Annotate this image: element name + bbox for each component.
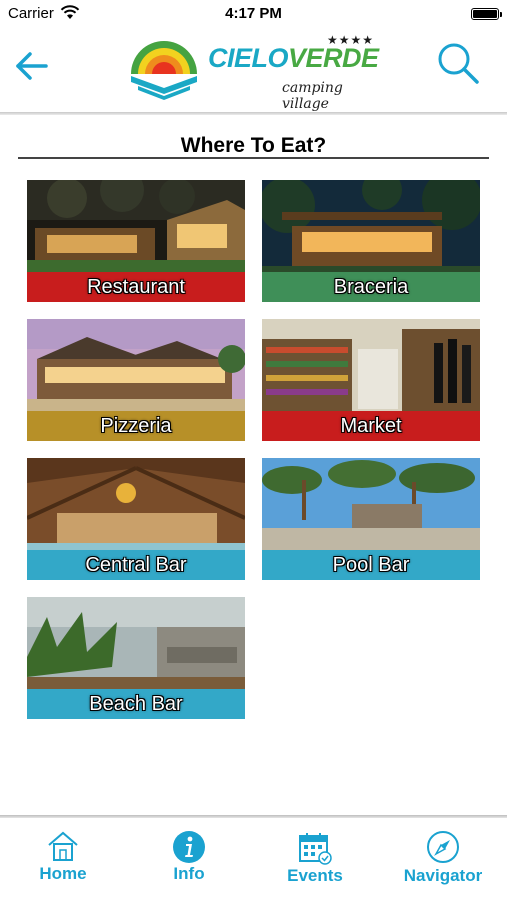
tile-label: Pizzeria: [100, 415, 172, 437]
tile-label: Beach Bar: [89, 693, 183, 715]
back-arrow-icon[interactable]: [12, 46, 52, 86]
info-icon: [173, 831, 205, 863]
tab-bar: Home Info Events Navigator: [0, 818, 507, 900]
tile-pizzeria[interactable]: Pizzeria: [27, 319, 245, 441]
tab-info-label: Info: [173, 864, 205, 883]
logo-tagline: camping village: [282, 80, 343, 112]
tab-home-label: Home: [39, 864, 87, 883]
logo-wordmark-part1: CIELO: [208, 43, 289, 73]
tile-central-bar[interactable]: Central Bar: [27, 458, 245, 580]
home-icon: [48, 831, 78, 861]
header-divider: [0, 112, 507, 115]
tab-navigator[interactable]: Navigator: [380, 818, 506, 900]
cieloverde-logo: ★★★★ CIELOVERDE camping village: [128, 30, 379, 112]
battery-icon: [471, 8, 502, 20]
tile-label: Restaurant: [87, 276, 185, 298]
status-bar: Carrier 4:17 PM: [0, 0, 507, 28]
tile-market[interactable]: Market: [262, 319, 480, 441]
tab-info[interactable]: Info: [126, 818, 252, 900]
tile-braceria[interactable]: Braceria: [262, 180, 480, 302]
logo-wordmark-part2: VERDE: [288, 43, 379, 73]
tile-label: Central Bar: [85, 554, 187, 576]
tile-label: Market: [340, 415, 402, 437]
app-header: ★★★★ CIELOVERDE camping village: [0, 28, 507, 112]
tab-home[interactable]: Home: [0, 818, 126, 900]
logo-emblem-icon: [131, 41, 197, 100]
calendar-icon: [299, 833, 332, 865]
tile-pool-bar[interactable]: Pool Bar: [262, 458, 480, 580]
tile-label: Braceria: [333, 276, 409, 298]
tile-restaurant[interactable]: Restaurant: [27, 180, 245, 302]
tab-navigator-label: Navigator: [403, 866, 483, 885]
title-underline: [18, 157, 489, 159]
search-icon[interactable]: [435, 40, 481, 86]
clock: 4:17 PM: [225, 5, 282, 22]
page-title: Where To Eat?: [180, 134, 327, 157]
compass-icon: [427, 831, 459, 863]
tile-beach-bar[interactable]: Beach Bar: [27, 597, 245, 719]
tab-events[interactable]: Events: [252, 818, 378, 900]
tab-events-label: Events: [287, 866, 343, 885]
logo-wordmark: CIELOVERDE: [208, 44, 379, 72]
tile-label: Pool Bar: [332, 554, 410, 576]
